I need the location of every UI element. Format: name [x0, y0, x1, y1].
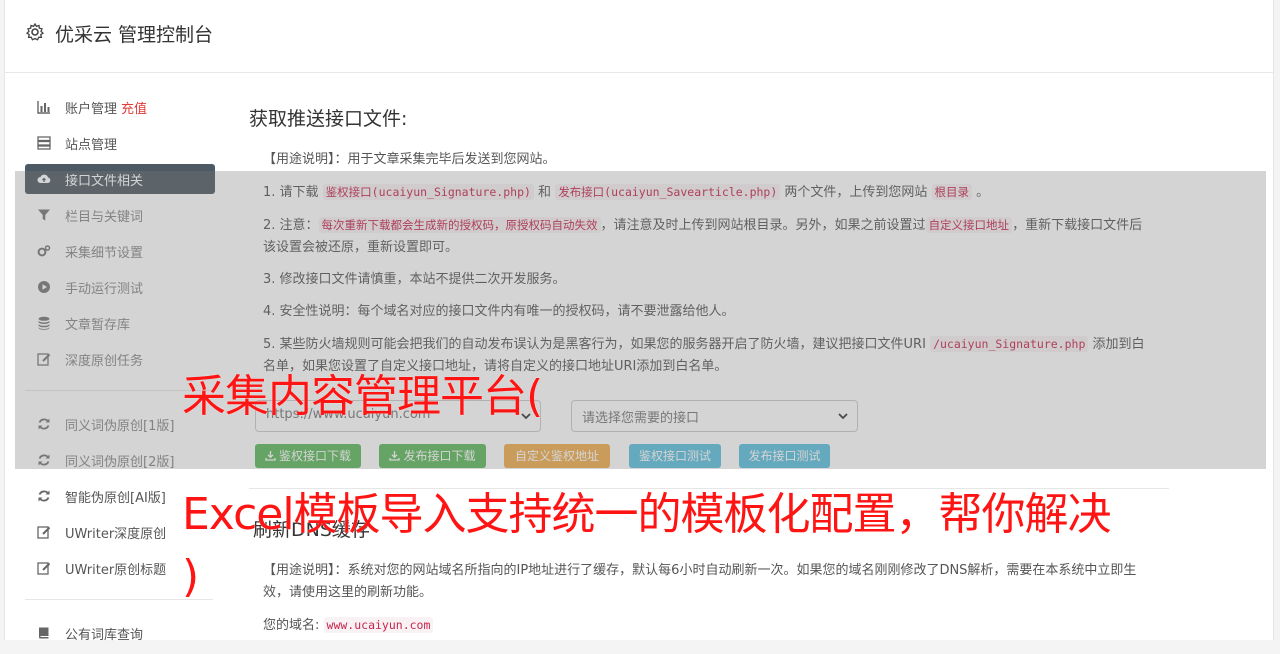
sidebar-item-manual-run[interactable]: 手动运行测试 [25, 272, 215, 302]
recharge-link[interactable]: 充值 [121, 102, 147, 117]
text: 1. 请下载 [263, 185, 323, 200]
edit-icon [37, 562, 51, 575]
bar-chart-icon [37, 101, 50, 114]
download-icon [389, 451, 401, 461]
instruction-4: 4. 安全性说明：每个域名对应的接口文件内有唯一的授权码，请不要泄露给他人。 [263, 304, 735, 319]
button-label: 发布接口下载 [403, 449, 476, 463]
code-publish-api: 发布接口(ucaiyun_Savearticle.php) [555, 184, 781, 200]
sidebar-item-sites[interactable]: 站点管理 [25, 128, 215, 158]
download-icon [265, 451, 276, 461]
sidebar-item-account[interactable]: 账户管理 充值 [25, 92, 215, 122]
text: 两个文件，上传到您网站 [780, 185, 932, 200]
sidebar-item-label: 深度原创任务 [65, 354, 144, 369]
text: 。 [972, 185, 990, 200]
instruction-1: 1. 请下载 鉴权接口(ucaiyun_Signature.php) 和 发布接… [263, 181, 1153, 204]
section-title-api-files: 获取推送接口文件: [249, 108, 408, 130]
sidebar-item-label: 采集细节设置 [65, 246, 144, 261]
text: 2. 注意： [263, 218, 319, 233]
domain-value: www.ucaiyun.com [323, 617, 434, 633]
button-row: 鉴权接口下载 发布接口下载 自定义鉴权地址 鉴权接口测试 发布接口测试 [251, 444, 1169, 470]
sidebar-item-label: 账户管理 [65, 102, 118, 117]
code-signature-api: 鉴权接口(ucaiyun_Signature.php) [322, 184, 534, 200]
usage-note: 【用途说明】：用于文章采集完毕后发送到您网站。 [263, 152, 556, 167]
edit-icon [37, 526, 51, 539]
custom-sig-url-button[interactable]: 自定义鉴权地址 [504, 444, 610, 468]
sidebar-item-label: UWriter深度原创 [65, 527, 167, 542]
sidebar-item-label: 文章暂存库 [65, 318, 131, 333]
sidebar-item-label: 公有词库查询 [65, 628, 144, 643]
domain-label: 您的域名: [263, 618, 320, 633]
sidebar-item-label: 手动运行测试 [65, 282, 144, 297]
sidebar-item-label: 站点管理 [65, 138, 118, 153]
api-select[interactable]: 请选择您需要的接口 [571, 400, 858, 432]
code-root-dir: 根目录 [931, 184, 973, 200]
book-icon [38, 627, 49, 639]
sidebar-item-synonym-v2[interactable]: 同义词伪原创[2版] [25, 445, 215, 475]
sig-download-button[interactable]: 鉴权接口下载 [255, 444, 361, 468]
text: 5. 某些防火墙规则可能会把我们的自动发布误认为是黑客行为，如果您的服务器开启了… [263, 337, 931, 352]
watermark-line-1: 采集内容管理平台( [182, 371, 543, 422]
refresh-icon [38, 454, 50, 466]
instruction-3: 3. 修改接口文件请慎重，本站不提供二次开发服务。 [263, 272, 566, 287]
cogs-icon [37, 245, 51, 257]
pub-test-button[interactable]: 发布接口测试 [739, 444, 830, 468]
chevron-down-icon [838, 413, 848, 420]
sidebar-item-api-files[interactable]: 接口文件相关 [25, 164, 215, 194]
code-auth-warning: 每次重新下载都会生成新的授权码，原授权码自动失效 [318, 217, 601, 233]
sidebar-item-label: 智能伪原创[AI版] [65, 491, 166, 506]
domain-row: 您的域名: www.ucaiyun.com [263, 614, 1153, 637]
sidebar-item-label: 接口文件相关 [65, 174, 144, 189]
sidebar-item-label: 同义词伪原创[2版] [65, 455, 175, 470]
text: ，请注意及时上传到网站根目录。另外，如果之前设置过 [600, 218, 926, 233]
filter-icon [38, 209, 50, 221]
text: 和 [533, 185, 556, 200]
sidebar-item-collect-settings[interactable]: 采集细节设置 [25, 236, 215, 266]
app-frame: 优采云 管理控制台 账户管理 充值 站点管理 接口文件相关 栏目与关键词 采集细节… [4, 0, 1274, 643]
sidebar-item-columns-keywords[interactable]: 栏目与关键词 [25, 200, 215, 230]
code-custom-url: 自定义接口地址 [925, 217, 1013, 233]
instruction-2: 2. 注意： 每次重新下载都会生成新的授权码，原授权码自动失效 ，请注意及时上传到网… [263, 214, 1153, 259]
play-circle-icon [38, 281, 50, 293]
watermark-line-2: Excel模板导入支持统一的模板化配置，帮你解决 [182, 489, 1112, 540]
sig-test-button[interactable]: 鉴权接口测试 [629, 444, 721, 468]
sidebar-item-label: 栏目与关键词 [65, 210, 144, 225]
sidebar-item-label: 同义词伪原创[1版] [65, 419, 175, 434]
database-icon [38, 316, 50, 330]
button-label: 鉴权接口下载 [278, 449, 351, 463]
refresh-icon [38, 490, 50, 502]
sidebar-item-article-store[interactable]: 文章暂存库 [25, 308, 215, 338]
cloud-upload-icon [37, 174, 51, 183]
app-title: 优采云 管理控制台 [55, 24, 214, 46]
sidebar-item-label: UWriter原创标题 [65, 563, 167, 578]
edit-icon [37, 353, 51, 366]
app-header: 优采云 管理控制台 [5, 0, 1273, 73]
pub-download-button[interactable]: 发布接口下载 [379, 444, 486, 468]
dns-usage-note: 【用途说明】：系统对您的网站域名所指向的IP地址进行了缓存，默认每6小时自动刷新… [263, 563, 1137, 600]
code-signature-uri: /ucaiyun_Signature.php [930, 336, 1089, 352]
server-icon [37, 136, 51, 150]
sidebar-item-public-lexicon[interactable]: 公有词库查询 [25, 618, 215, 648]
gear-icon [25, 22, 45, 41]
refresh-icon [38, 418, 50, 430]
api-select-value: 请选择您需要的接口 [582, 411, 700, 426]
watermark-line-3: ) [182, 551, 199, 602]
